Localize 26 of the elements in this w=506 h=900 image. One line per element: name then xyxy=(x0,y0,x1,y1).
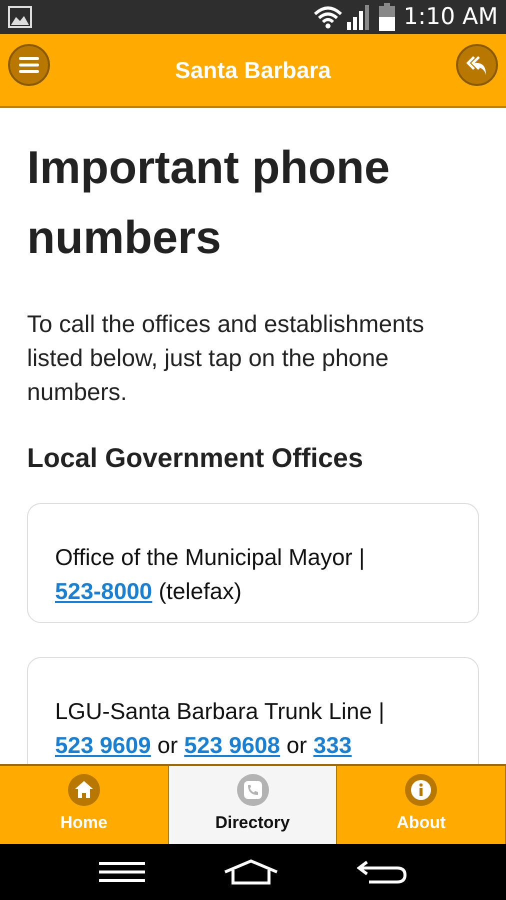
battery-icon xyxy=(379,3,396,31)
contact-text: Office of the Municipal Mayor | 523-8000 (telefax) xyxy=(55,542,366,606)
page-title: Important phone numbers xyxy=(27,140,391,265)
nav-tab[interactable]: Directory xyxy=(168,766,338,844)
menu-icon[interactable] xyxy=(99,861,145,883)
signal-icon xyxy=(347,4,372,30)
home-icon xyxy=(68,774,100,806)
clock: 1:10 AM xyxy=(403,6,498,28)
section-heading: Local Government Offices xyxy=(27,442,364,475)
phone-link[interactable]: 523 9609 xyxy=(55,732,151,758)
back-button[interactable] xyxy=(456,44,498,86)
phone-icon xyxy=(236,774,268,806)
wifi-icon xyxy=(313,5,344,29)
phone-link[interactable]: 523-8000 xyxy=(55,578,152,604)
home-icon[interactable] xyxy=(223,859,279,885)
phone-link[interactable]: 333 xyxy=(313,732,352,758)
info-icon xyxy=(405,774,438,806)
reply-all-icon xyxy=(465,54,489,76)
contact-text: LGU-Santa Barbara Trunk Line | 523 9609 or 523 9608 or 333 xyxy=(55,696,386,760)
image-icon xyxy=(8,6,32,28)
menu-icon xyxy=(19,57,39,73)
intro-text: To call the offices and establishments listed below, just tap on the phone numbers. xyxy=(27,310,426,408)
back-icon[interactable] xyxy=(357,859,407,885)
header-title: Santa Barbara xyxy=(175,56,331,85)
menu-button[interactable] xyxy=(8,44,50,86)
phone-link[interactable]: 523 9608 xyxy=(184,732,280,758)
